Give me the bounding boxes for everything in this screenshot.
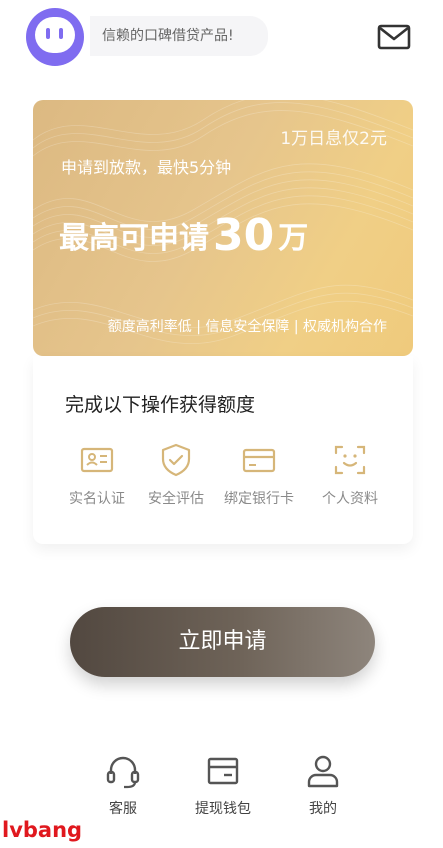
- tagline: 信赖的口碑借贷产品!: [90, 16, 268, 56]
- wallet-icon: [207, 757, 239, 785]
- robot-face-icon[interactable]: [26, 8, 84, 66]
- headline-amount: 30: [213, 210, 275, 261]
- step-bank-card[interactable]: 绑定银行卡: [219, 442, 299, 508]
- nav-item-customer-service[interactable]: 客服: [83, 752, 163, 818]
- card-subtitle: 申请到放款，最快5分钟: [61, 158, 232, 177]
- nav-label: 客服: [109, 801, 137, 817]
- id-card-icon: [80, 447, 114, 473]
- face-scan-icon: [334, 445, 366, 475]
- promo-card[interactable]: 1万日息仅2元 申请到放款，最快5分钟 最高可申请30 万 额度高利率低 | 信息…: [33, 100, 413, 356]
- user-icon: [307, 755, 339, 788]
- mail-icon[interactable]: [377, 24, 411, 50]
- step-identity[interactable]: 实名认证: [57, 442, 137, 508]
- steps-panel: 完成以下操作获得额度 实名认证 安全评估 绑定银行卡 个人资料: [33, 356, 413, 544]
- steps-title: 完成以下操作获得额度: [65, 394, 256, 416]
- nav-item-wallet[interactable]: 提现钱包: [183, 752, 263, 818]
- step-label: 实名认证: [69, 491, 125, 507]
- step-label: 安全评估: [148, 491, 204, 507]
- headline-prefix: 最高可申请: [59, 221, 209, 256]
- card-headline: 最高可申请30 万: [59, 208, 309, 261]
- avatar-eye-right: [59, 28, 63, 39]
- step-profile[interactable]: 个人资料: [310, 442, 390, 508]
- avatar-face: [35, 17, 75, 53]
- step-security[interactable]: 安全评估: [136, 442, 216, 508]
- nav-item-me[interactable]: 我的: [283, 752, 363, 818]
- avatar-eye-left: [46, 28, 50, 39]
- nav-label: 提现钱包: [195, 801, 251, 817]
- apply-button[interactable]: 立即申请: [70, 607, 375, 677]
- watermark: lvbang: [2, 818, 83, 842]
- step-label: 绑定银行卡: [224, 491, 294, 507]
- shield-check-icon: [161, 443, 191, 477]
- header: 信赖的口碑借贷产品!: [0, 0, 443, 80]
- headset-icon: [106, 756, 140, 789]
- rate-highlight: 1万日息仅2元: [280, 129, 387, 149]
- bank-card-icon: [242, 448, 276, 473]
- card-features: 额度高利率低 | 信息安全保障 | 权威机构合作: [107, 319, 387, 335]
- nav-label: 我的: [309, 801, 337, 817]
- headline-unit: 万: [278, 221, 309, 256]
- step-label: 个人资料: [322, 491, 378, 507]
